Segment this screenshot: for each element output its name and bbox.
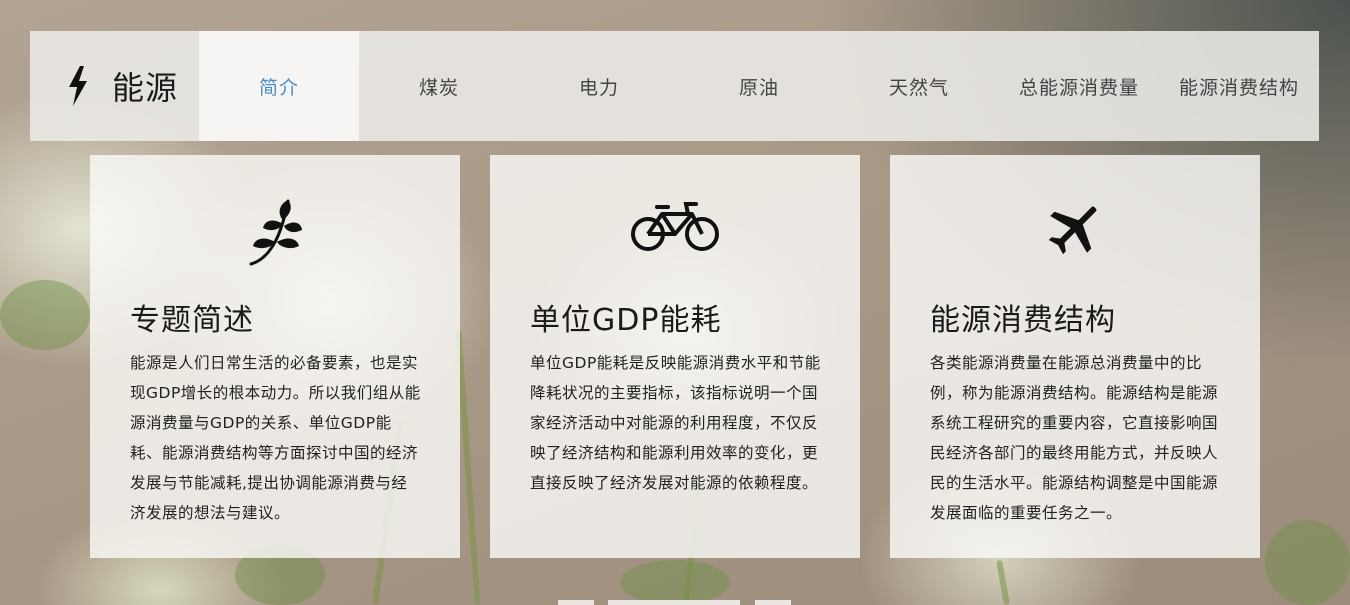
background-foliage (1265, 520, 1350, 605)
pager-block (558, 600, 594, 605)
nav-item-consumption-structure[interactable]: 能源消费结构 (1159, 31, 1319, 141)
background-flower-stem (996, 559, 1010, 605)
bicycle-icon (631, 202, 719, 251)
card-title: 单位GDP能耗 (530, 303, 722, 338)
pager-block (608, 600, 740, 605)
nav-menu: 简介 煤炭 电力 原油 天然气 总能源消费量 能源消费结构 (199, 31, 1319, 141)
lightning-bolt-icon (69, 66, 87, 106)
card-topic-overview: 专题简述 能源是人们日常生活的必备要素，也是实现GDP增长的根本动力。所以我们组… (90, 155, 460, 558)
top-navbar: 能源 简介 煤炭 电力 原油 天然气 总能源消费量 能源消费结构 (30, 31, 1319, 141)
nav-item-crude-oil[interactable]: 原油 (679, 31, 839, 141)
nav-item-intro[interactable]: 简介 (199, 31, 359, 141)
nav-item-natural-gas[interactable]: 天然气 (839, 31, 999, 141)
card-gdp-energy-intensity: 单位GDP能耗 单位GDP能耗是反映能源消费水平和节能降耗状况的主要指标，该指标… (490, 155, 860, 558)
card-body: 单位GDP能耗是反映能源消费水平和节能降耗状况的主要指标，该指标说明一个国家经济… (530, 354, 821, 492)
leaf-icon (249, 199, 302, 266)
nav-item-electricity[interactable]: 电力 (519, 31, 679, 141)
card-body: 各类能源消费量在能源总消费量中的比例，称为能源消费结构。能源结构是能源系统工程研… (930, 354, 1219, 522)
background-foliage (0, 280, 90, 350)
brand-label: 能源 (112, 69, 179, 107)
airplane-icon (1048, 206, 1097, 255)
nav-item-total-consumption[interactable]: 总能源消费量 (999, 31, 1159, 141)
brand[interactable]: 能源 (30, 31, 199, 141)
card-body: 能源是人们日常生活的必备要素，也是实现GDP增长的根本动力。所以我们组从能源消费… (130, 354, 421, 522)
card-consumption-structure: 能源消费结构 各类能源消费量在能源总消费量中的比例，称为能源消费结构。能源结构是… (890, 155, 1260, 558)
card-title: 专题简述 (130, 303, 254, 338)
pager-block (755, 600, 791, 605)
nav-item-coal[interactable]: 煤炭 (359, 31, 519, 141)
card-title: 能源消费结构 (930, 303, 1116, 338)
background-foliage (620, 560, 730, 605)
